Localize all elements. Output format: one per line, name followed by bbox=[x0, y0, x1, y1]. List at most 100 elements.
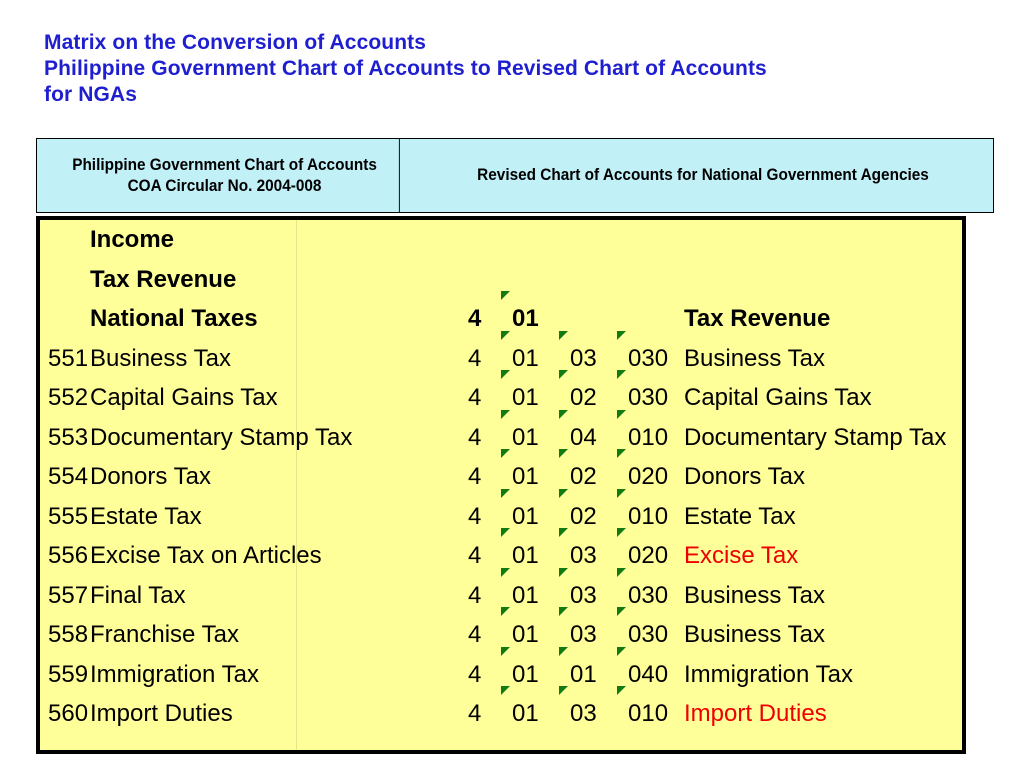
row-old-account-name: National Taxes bbox=[90, 305, 258, 332]
row-revised-account-code: 4 01 bbox=[468, 291, 680, 333]
row-revised-account-name: Import Duties bbox=[684, 700, 827, 727]
green-flag-separator-icon bbox=[617, 370, 626, 379]
row-revised-account-name: Immigration Tax bbox=[684, 660, 853, 688]
page-title: Matrix on the Conversion of Accounts Phi… bbox=[44, 30, 964, 108]
code-segment: 010 bbox=[616, 409, 680, 452]
code-segment-value: 02 bbox=[570, 463, 597, 490]
code-segment-value: 03 bbox=[570, 581, 597, 609]
code-segment-value: 01 bbox=[512, 344, 539, 372]
table-header-cell-old-coa: Philippine Government Chart of Accounts … bbox=[50, 139, 400, 212]
row-revised-account-name: Capital Gains Tax bbox=[684, 384, 872, 411]
code-segment: 4 bbox=[468, 345, 500, 373]
row-revised-account-code: 4 01 02 030 bbox=[468, 370, 680, 412]
code-segment: 4 bbox=[468, 582, 500, 610]
row-old-account-name: Documentary Stamp Tax bbox=[90, 423, 353, 451]
green-flag-separator-icon bbox=[559, 409, 568, 419]
row-old-account-code: 554 bbox=[48, 463, 89, 490]
green-flag-separator-icon bbox=[559, 567, 568, 577]
green-flag-separator-icon bbox=[617, 488, 626, 498]
code-segment-value: 01 bbox=[512, 581, 539, 609]
table-row: Income bbox=[40, 226, 962, 266]
row-revised-account-code: 4 01 02 020 bbox=[468, 449, 680, 491]
title-line-2: Philippine Government Chart of Accounts … bbox=[44, 57, 767, 80]
green-flag-separator-icon bbox=[501, 488, 510, 498]
code-segment-value: 02 bbox=[570, 384, 597, 411]
green-flag-separator-icon bbox=[617, 607, 626, 616]
code-segment-value: 04 bbox=[570, 423, 597, 451]
code-segment: 010 bbox=[616, 686, 680, 728]
row-old-account-code: 551 bbox=[48, 344, 89, 372]
code-segment-value: 4 bbox=[468, 463, 482, 490]
code-segment: 01 bbox=[500, 686, 558, 728]
code-segment: 4 bbox=[468, 305, 500, 333]
code-segment-value: 03 bbox=[570, 700, 597, 727]
code-segment: 020 bbox=[616, 528, 680, 570]
green-flag-separator-icon bbox=[617, 686, 626, 695]
row-old-account-code: 558 bbox=[48, 621, 89, 648]
code-segment: 01 bbox=[500, 291, 554, 333]
green-flag-separator-icon bbox=[617, 330, 626, 340]
table-body: Income Tax Revenue National Taxes 4 01 Tax Re… bbox=[36, 216, 966, 754]
code-segment-value: 01 bbox=[512, 660, 539, 688]
row-revised-account-code: 4 01 03 030 bbox=[468, 607, 680, 649]
code-segment-value: 4 bbox=[468, 660, 482, 688]
code-segment: 4 bbox=[468, 384, 500, 412]
code-segment-value: 010 bbox=[628, 423, 669, 451]
code-segment: 040 bbox=[616, 646, 680, 689]
code-segment: 030 bbox=[616, 370, 680, 412]
green-flag-separator-icon bbox=[559, 646, 568, 656]
row-old-account-code: 557 bbox=[48, 581, 89, 609]
row-revised-account-code: 4 01 03 020 bbox=[468, 528, 680, 570]
green-flag-separator-icon bbox=[617, 646, 626, 656]
code-segment: 4 bbox=[468, 463, 500, 491]
conversion-matrix-table: Philippine Government Chart of Accounts … bbox=[36, 138, 994, 754]
green-flag-separator-icon bbox=[617, 449, 626, 458]
green-flag-separator-icon bbox=[617, 528, 626, 537]
code-segment: 4 bbox=[468, 503, 500, 531]
code-segment: 010 bbox=[616, 488, 680, 531]
code-segment-value: 01 bbox=[570, 660, 597, 688]
code-segment-value: 01 bbox=[512, 305, 539, 332]
row-old-account-code: 555 bbox=[48, 502, 89, 530]
code-segment-value: 4 bbox=[468, 305, 482, 332]
code-segment-value: 030 bbox=[628, 581, 669, 609]
row-old-account-name: Immigration Tax bbox=[90, 660, 259, 688]
code-segment-value: 4 bbox=[468, 423, 482, 451]
code-segment: 01 bbox=[500, 646, 558, 689]
code-segment: 020 bbox=[616, 449, 680, 491]
code-segment-value: 01 bbox=[512, 502, 539, 530]
row-revised-account-name: Excise Tax bbox=[684, 542, 799, 569]
row-revised-account-name: Tax Revenue bbox=[684, 305, 831, 332]
code-segment: 03 bbox=[558, 686, 616, 728]
row-revised-account-code: 4 01 02 010 bbox=[468, 488, 680, 531]
code-segment: 01 bbox=[500, 330, 558, 373]
row-old-account-name: Business Tax bbox=[90, 344, 231, 372]
green-flag-separator-icon bbox=[559, 449, 568, 458]
row-revised-account-name: Business Tax bbox=[684, 621, 825, 648]
title-line-3: for NGAs bbox=[44, 83, 137, 106]
code-segment: 04 bbox=[558, 409, 616, 452]
row-revised-account-code: 4 01 03 030 bbox=[468, 330, 680, 373]
header-revised-coa-label: Revised Chart of Accounts for National G… bbox=[477, 166, 929, 184]
green-flag-separator-icon bbox=[501, 686, 510, 695]
green-flag-separator-icon bbox=[501, 567, 510, 577]
title-line-1: Matrix on the Conversion of Accounts bbox=[44, 31, 427, 54]
green-flag-separator-icon bbox=[617, 409, 626, 419]
table-header-cell-revised-coa: Revised Chart of Accounts for National G… bbox=[433, 139, 973, 212]
code-segment-value: 010 bbox=[628, 700, 669, 727]
code-segment: 030 bbox=[616, 607, 680, 649]
row-old-account-name: Donors Tax bbox=[90, 463, 211, 490]
green-flag-separator-icon bbox=[501, 409, 510, 419]
code-segment: 02 bbox=[558, 449, 616, 491]
code-segment: 4 bbox=[468, 542, 500, 570]
row-revised-account-code: 4 01 03 010 bbox=[468, 686, 680, 728]
code-segment: 01 bbox=[500, 607, 558, 649]
green-flag-separator-icon bbox=[559, 330, 568, 340]
green-flag-separator-icon bbox=[559, 528, 568, 537]
code-segment-value: 020 bbox=[628, 542, 669, 569]
row-revised-account-name: Documentary Stamp Tax bbox=[684, 423, 947, 451]
code-segment-value: 4 bbox=[468, 344, 482, 372]
code-segment: 01 bbox=[500, 370, 558, 412]
code-segment-value: 030 bbox=[628, 384, 669, 411]
slide-canvas: Matrix on the Conversion of Accounts Phi… bbox=[0, 0, 1024, 768]
